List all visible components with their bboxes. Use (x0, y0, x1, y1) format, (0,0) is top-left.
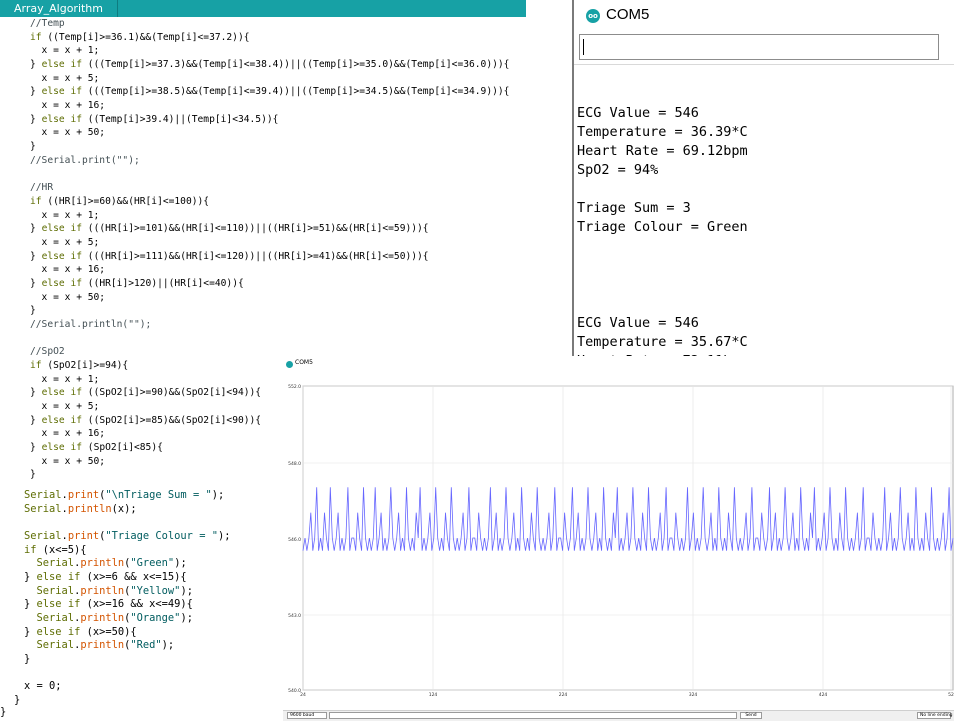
code-line: Serial.println("Orange"); (36, 612, 193, 625)
serial-output-line: SpO2 = 94% (577, 162, 659, 179)
code-line: } else if ((SpO2[i]>=90)&&(SpO2[i]<94)){ (30, 387, 262, 399)
code-line: if ((Temp[i]>=36.1)&&(Temp[i]<=37.2)){ (30, 31, 250, 43)
y-tick-label: 548.0 (288, 461, 301, 467)
code-line: x = 0; (24, 680, 62, 693)
plotter-bottom-bar: 9600 baud Send No line ending (283, 710, 954, 721)
code-line: } (30, 305, 36, 317)
code-line: Serial.println("Green"); (36, 557, 187, 570)
code-line: Serial.println("Yellow"); (36, 584, 193, 597)
x-tick-label: 24 (300, 692, 306, 698)
serial-output-line: Triage Sum = 3 (577, 200, 691, 217)
serial-output-line: Temperature = 36.39*C (577, 124, 748, 141)
divider (574, 64, 954, 65)
code-line: x = x + 50; (30, 127, 106, 139)
code-line: if (SpO2[i]>=94){ (30, 360, 129, 371)
x-tick-label: 424 (819, 692, 828, 698)
code-line: x = x + 16; (30, 264, 106, 276)
send-button[interactable]: Send (740, 712, 762, 719)
arduino-logo-icon: oo (586, 9, 600, 23)
ide-tab-bar: Array_Algorithm (0, 0, 526, 17)
code-line: x = x + 16; (30, 428, 106, 440)
code-line: } (24, 653, 31, 666)
y-tick-label: 552.0 (288, 384, 301, 390)
code-line: //Serial.print(""); (30, 154, 140, 166)
plotter-chart: 552.0548.0546.0543.0540.024 124 224 324 424 5… (288, 384, 954, 698)
plotter-send-input[interactable] (329, 712, 737, 719)
serial-send-input[interactable] (579, 34, 939, 60)
code-line: //SpO2 (30, 346, 65, 358)
serial-plotter-window: COM5 552.0 548.0 546.0 543.0 540.0 24 124 224 32… (283, 356, 954, 721)
code-line: } (30, 141, 36, 153)
code-line: } else if (x>=50){ (24, 625, 137, 638)
code-line: } else if (((Temp[i]>=37.3)&&(Temp[i]<=3… (30, 59, 510, 71)
code-line: Serial.print("Triage Colour = "); (24, 530, 231, 542)
serial-monitor-titlebar: oo COM5 (574, 0, 954, 32)
code-line: x = x + 1; (30, 209, 100, 221)
x-tick-label: 224 (559, 692, 568, 698)
code-line: } else if (((HR[i]>=101)&&(HR[i]<=110))|… (30, 223, 429, 235)
code-line: //Temp (30, 18, 65, 29)
code-line: Serial.println("Red"); (36, 639, 175, 652)
y-tick-label: 543.0 (288, 613, 301, 619)
serial-output-line: ECG Value = 546 (577, 105, 699, 121)
code-line: x = x + 1; (30, 45, 100, 57)
code-line: } else if ((SpO2[i]>=85)&&(SpO2[i]<90)){ (30, 414, 262, 426)
code-line: } else if (SpO2[i]<85){ (30, 442, 163, 454)
code-line: x = x + 1; (30, 373, 100, 385)
code-line: x = x + 16; (30, 100, 106, 112)
code-line: //HR (30, 182, 54, 194)
code-line: x = x + 5; (30, 72, 100, 84)
line-ending-select[interactable]: No line ending (917, 712, 953, 719)
code-line: } else if (((Temp[i]>=38.5)&&(Temp[i]<=3… (30, 86, 510, 98)
x-tick-label: 124 (429, 692, 438, 698)
y-tick-label: 546.0 (288, 537, 301, 543)
x-tick-label: 52 (948, 692, 954, 698)
code-line: x = x + 5; (30, 236, 100, 248)
tab-array-algorithm[interactable]: Array_Algorithm (0, 0, 118, 17)
code-line: x = x + 50; (30, 291, 106, 303)
code-line: } (0, 706, 7, 718)
serial-output-line: Temperature = 35.67*C (577, 333, 748, 350)
baud-rate-select[interactable]: 9600 baud (287, 712, 327, 719)
text-caret (583, 39, 584, 55)
code-line: } (30, 469, 36, 481)
x-tick-label: 324 (689, 692, 698, 698)
code-line: //Serial.println(""); (30, 318, 152, 330)
serial-output-line: Triage Colour = Green (577, 219, 748, 236)
code-line: } (14, 694, 21, 707)
code-line: x = x + 5; (30, 401, 100, 413)
code-line: } else if (x>=6 && x<=15){ (24, 571, 187, 584)
code-line: Serial.println(x); (24, 502, 137, 515)
code-line: x = x + 50; (30, 455, 106, 467)
code-line: } else if ((HR[i]>120)||(HR[i]<=40)){ (30, 277, 244, 289)
serial-monitor-title: COM5 (606, 6, 650, 23)
code-line: } else if (((HR[i]>=111)&&(HR[i]<=120))|… (30, 250, 429, 262)
code-line: if (x<=5){ (24, 543, 87, 556)
code-line: } else if ((Temp[i]>39.4)||(Temp[i]<34.5… (30, 113, 279, 125)
code-line: Serial.print("\nTriage Sum = "); (24, 489, 225, 501)
code-line: } else if (x>=16 && x<=49){ (24, 598, 193, 611)
serial-output-line: Heart Rate = 69.12bpm (577, 143, 748, 160)
code-line: if ((HR[i]>=60)&&(HR[i]<=100)){ (30, 195, 210, 207)
serial-output-line: ECG Value = 546 (577, 314, 699, 331)
